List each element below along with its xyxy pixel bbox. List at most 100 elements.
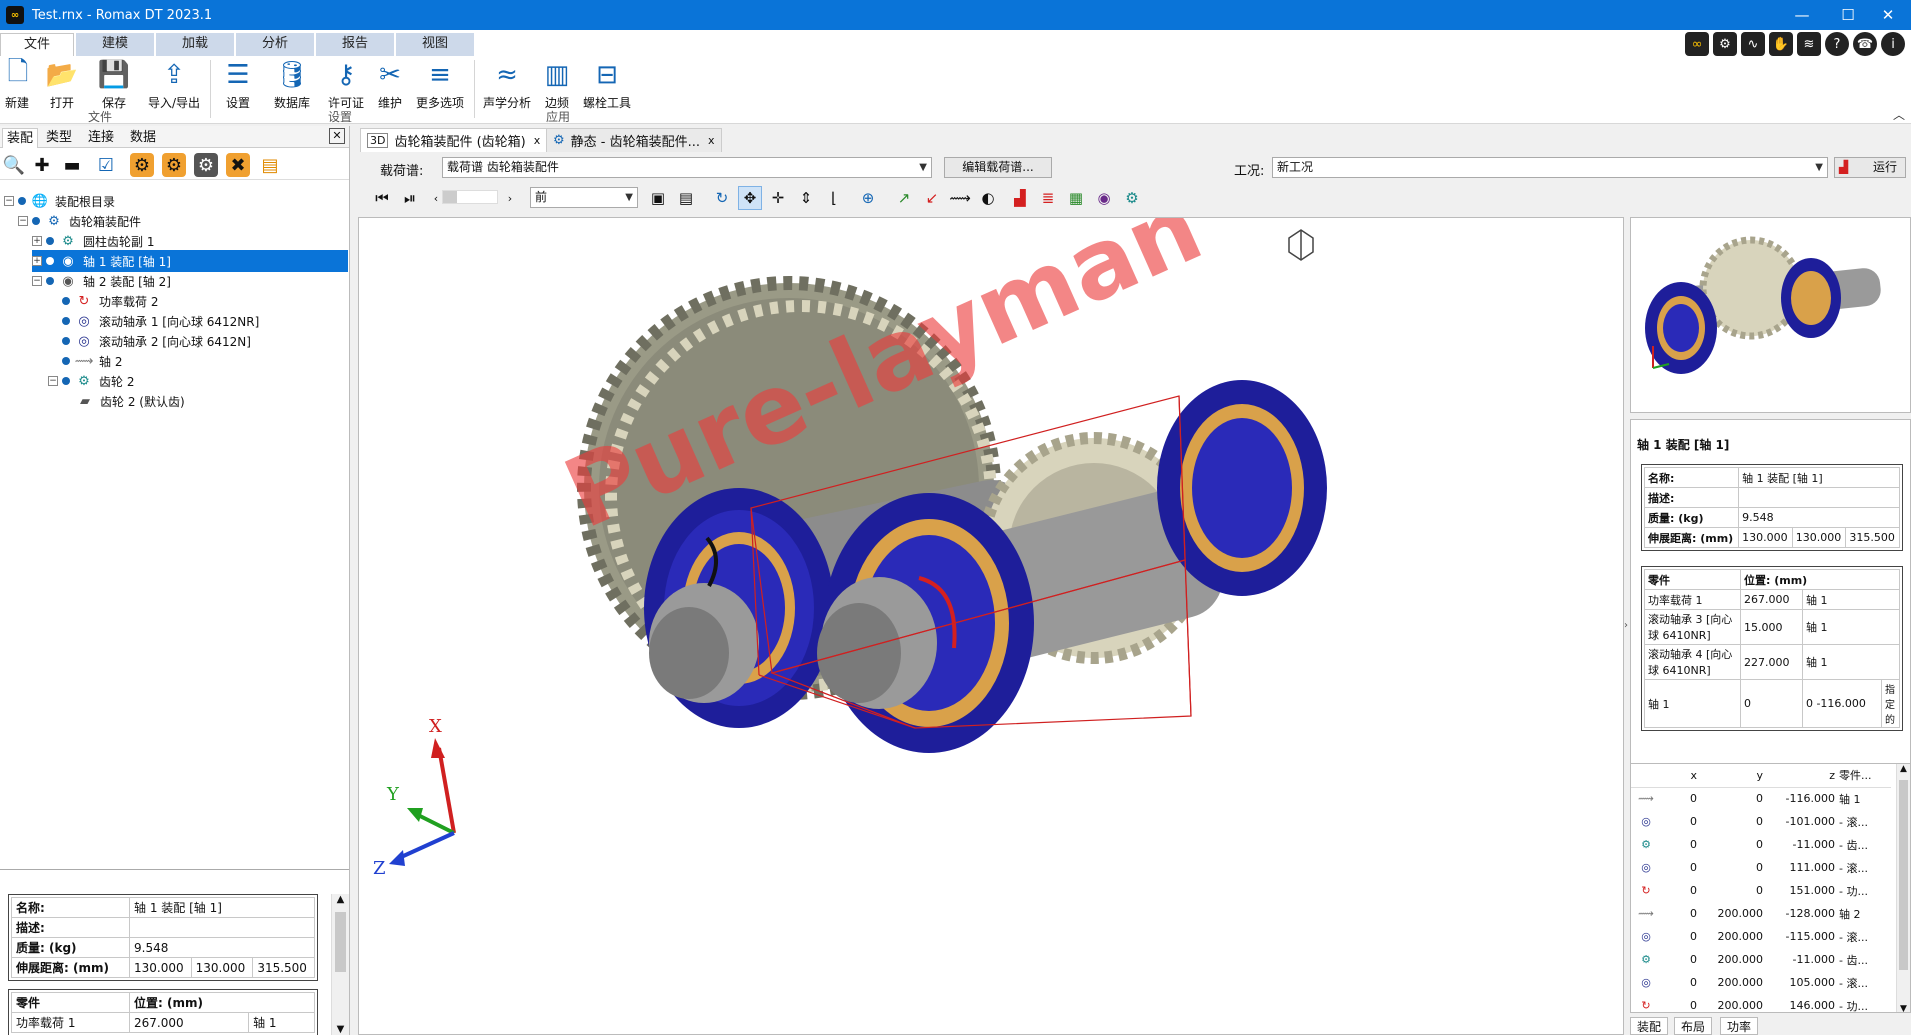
romax-app-icon[interactable]: ∞ bbox=[6, 6, 24, 24]
expand-icon[interactable]: + bbox=[32, 256, 42, 266]
tree-node-gear2-teeth[interactable]: ▰ 齿轮 2 (默认齿) bbox=[76, 390, 185, 412]
scroll-down-icon[interactable]: ▼ bbox=[332, 1024, 349, 1035]
settings-button[interactable]: ☰ 设置 bbox=[216, 58, 260, 111]
chart-icon[interactable]: ▟ bbox=[1008, 186, 1032, 210]
close-tab-icon[interactable]: x bbox=[534, 134, 541, 147]
open-button[interactable]: 📂 打开 bbox=[40, 58, 84, 111]
left-props-scrollbar[interactable]: ▲ ▼ bbox=[331, 894, 349, 1035]
tab-assembly[interactable]: 装配 bbox=[2, 128, 39, 148]
play-pause-icon[interactable]: ⏯ bbox=[398, 186, 422, 210]
table-row[interactable]: ↻ 0 200.000 146.000- 功... bbox=[1631, 994, 1891, 1012]
help-icon[interactable]: ? bbox=[1825, 32, 1849, 56]
gear-analysis-icon[interactable]: ⚙ bbox=[1120, 186, 1144, 210]
tree-node-shaft1-assembly[interactable]: + ◉ 轴 1 装配 [轴 1] bbox=[32, 250, 348, 272]
table-row[interactable]: ↻ 0 0 151.000- 功... bbox=[1631, 879, 1891, 902]
romax-logo-icon[interactable]: ∞ bbox=[1685, 32, 1709, 56]
tab-data[interactable]: 数据 bbox=[126, 128, 160, 148]
zoom-icon[interactable]: ⇕ bbox=[794, 186, 818, 210]
coil-icon[interactable]: ≋ bbox=[1797, 32, 1821, 56]
tree-node-bearing1[interactable]: ◎ 滚动轴承 1 [向心球 6412NR] bbox=[62, 310, 259, 332]
shaft-view-icon[interactable]: ⟿ bbox=[948, 186, 972, 210]
support-icon[interactable]: ☎ bbox=[1853, 32, 1877, 56]
table-row[interactable]: ⟿ 0 0 -116.000 轴 1 bbox=[1631, 787, 1891, 810]
waveform-icon[interactable]: ∿ bbox=[1741, 32, 1765, 56]
rotate-icon[interactable]: ↻ bbox=[710, 186, 734, 210]
save-view-icon[interactable]: ▣ bbox=[646, 186, 670, 210]
preview-viewport[interactable] bbox=[1630, 217, 1911, 413]
3d-viewport[interactable]: X Y Z Pure-layman bbox=[358, 217, 1624, 1035]
force-arrow-icon[interactable]: ↙ bbox=[920, 186, 944, 210]
edit-load-case-button[interactable]: 编辑载荷谱... bbox=[944, 157, 1052, 178]
filter-bearing-icon[interactable]: ⚙ bbox=[130, 153, 154, 177]
scroll-up-icon[interactable]: ▲ bbox=[332, 894, 349, 905]
new-button[interactable]: 🗋 新建 bbox=[2, 57, 32, 111]
collapse-ribbon-icon[interactable]: ︿ bbox=[1893, 106, 1905, 123]
table-row[interactable]: 轴 100 -116.000 指定的 bbox=[1644, 679, 1900, 728]
coordinate-system-icon[interactable]: ⊕ bbox=[856, 186, 880, 210]
license-button[interactable]: ⚷ 许可证 bbox=[324, 58, 368, 111]
move-icon[interactable]: ✛ bbox=[766, 186, 790, 210]
tab-view[interactable]: 视图 bbox=[396, 33, 474, 56]
slider-thumb[interactable] bbox=[443, 191, 457, 203]
collapse-icon[interactable]: − bbox=[4, 196, 14, 206]
tab-static-analysis[interactable]: ⚙ 静态 - 齿轮箱装配件... x bbox=[546, 128, 722, 152]
collapse-icon[interactable]: − bbox=[48, 376, 58, 386]
tree-node-shaft2-assembly[interactable]: − ◉ 轴 2 装配 [轴 2] bbox=[32, 270, 171, 292]
animation-slider[interactable] bbox=[442, 190, 498, 204]
view-direction-select[interactable]: 前 ▼ bbox=[530, 187, 638, 208]
tree-node-bearing2[interactable]: ◎ 滚动轴承 2 [向心球 6412N] bbox=[62, 330, 251, 352]
sideband-button[interactable]: ▥ 边频 bbox=[540, 58, 574, 111]
tab-modeling[interactable]: 建模 bbox=[76, 33, 154, 56]
load-case-select[interactable]: 载荷谱 齿轮箱装配件 ▼ bbox=[442, 157, 932, 178]
step-back-icon[interactable]: ⏮ bbox=[370, 186, 394, 210]
report-icon[interactable]: ▤ bbox=[258, 153, 282, 177]
table-row[interactable]: ◎ 0 0 -101.000- 滚... bbox=[1631, 810, 1891, 833]
tab-3d-view[interactable]: 3D 齿轮箱装配件 (齿轮箱) x bbox=[360, 128, 548, 152]
search-icon[interactable]: 🔍 bbox=[2, 153, 26, 177]
run-button[interactable]: ▟ 运行 bbox=[1834, 157, 1906, 178]
gear-mesh-icon[interactable]: ⚙ bbox=[1713, 32, 1737, 56]
add-node-icon[interactable]: ✚ bbox=[30, 153, 54, 177]
table-icon[interactable]: ▦ bbox=[1064, 186, 1088, 210]
hand-icon[interactable]: ✋ bbox=[1769, 32, 1793, 56]
collapse-icon[interactable]: − bbox=[18, 216, 28, 226]
table-row[interactable]: 功率载荷 1 267.000 轴 1 bbox=[1644, 589, 1901, 610]
scroll-thumb[interactable] bbox=[1899, 780, 1908, 970]
table-row[interactable]: ⚙ 0 0 -11.000- 齿... bbox=[1631, 833, 1891, 856]
tab-type[interactable]: 类型 bbox=[42, 128, 76, 148]
remove-node-icon[interactable]: ▬ bbox=[60, 153, 84, 177]
tab-report[interactable]: 报告 bbox=[316, 33, 394, 56]
collapse-icon[interactable]: − bbox=[32, 276, 42, 286]
tab-loading[interactable]: 加载 bbox=[156, 33, 234, 56]
load-view-icon[interactable]: ▤ bbox=[674, 186, 698, 210]
scroll-up-icon[interactable]: ▲ bbox=[1897, 764, 1910, 774]
more-options-button[interactable]: ≡ 更多选项 bbox=[412, 58, 468, 111]
info-icon[interactable]: i bbox=[1881, 32, 1905, 56]
checklist-icon[interactable]: ☑ bbox=[94, 153, 118, 177]
table-row[interactable]: ⚙ 0 200.000 -11.000- 齿... bbox=[1631, 948, 1891, 971]
close-button[interactable]: ✕ bbox=[1865, 0, 1911, 30]
tab-power[interactable]: 功率 bbox=[1720, 1017, 1759, 1035]
tree-node-power-load[interactable]: ↻ 功率载荷 2 bbox=[62, 290, 158, 312]
pan-icon[interactable]: ✥ bbox=[738, 186, 762, 210]
tree-node-gear-pair[interactable]: + ⚙ 圆柱齿轮副 1 bbox=[32, 230, 154, 252]
table-row[interactable]: 滚动轴承 3 [向心球 6410NR] 15.000 轴 1 bbox=[1644, 609, 1901, 645]
expand-icon[interactable]: + bbox=[32, 236, 42, 246]
tree-node-root[interactable]: − 🌐 装配根目录 bbox=[4, 190, 115, 212]
bolt-tool-button[interactable]: ⊟ 螺栓工具 bbox=[580, 58, 634, 111]
splitter-arrow-icon[interactable]: › bbox=[1624, 620, 1628, 631]
table-row[interactable]: ◎ 0 200.000 105.000- 滚... bbox=[1631, 971, 1891, 994]
coordinates-scrollbar[interactable]: ▲ ▼ bbox=[1896, 764, 1910, 1012]
next-icon[interactable]: › bbox=[498, 186, 522, 210]
filter-clear-icon[interactable]: ✖ bbox=[226, 153, 250, 177]
tree-node-gear2[interactable]: − ⚙ 齿轮 2 bbox=[48, 370, 134, 392]
stress-icon[interactable]: ≣ bbox=[1036, 186, 1060, 210]
sphere-icon[interactable]: ◐ bbox=[976, 186, 1000, 210]
tab-analysis[interactable]: 分析 bbox=[236, 33, 314, 56]
tree-node-shaft2[interactable]: ⟿ 轴 2 bbox=[62, 350, 122, 372]
save-button[interactable]: 💾 保存 bbox=[94, 58, 134, 111]
database-button[interactable]: 🛢 数据库 bbox=[268, 58, 316, 111]
table-row[interactable]: 滚动轴承 4 [向心球 6410NR] 227.000 轴 1 bbox=[1644, 644, 1901, 680]
scroll-thumb[interactable] bbox=[335, 912, 346, 972]
table-row[interactable]: ⟿ 0 200.000 -128.000 轴 2 bbox=[1631, 902, 1891, 925]
